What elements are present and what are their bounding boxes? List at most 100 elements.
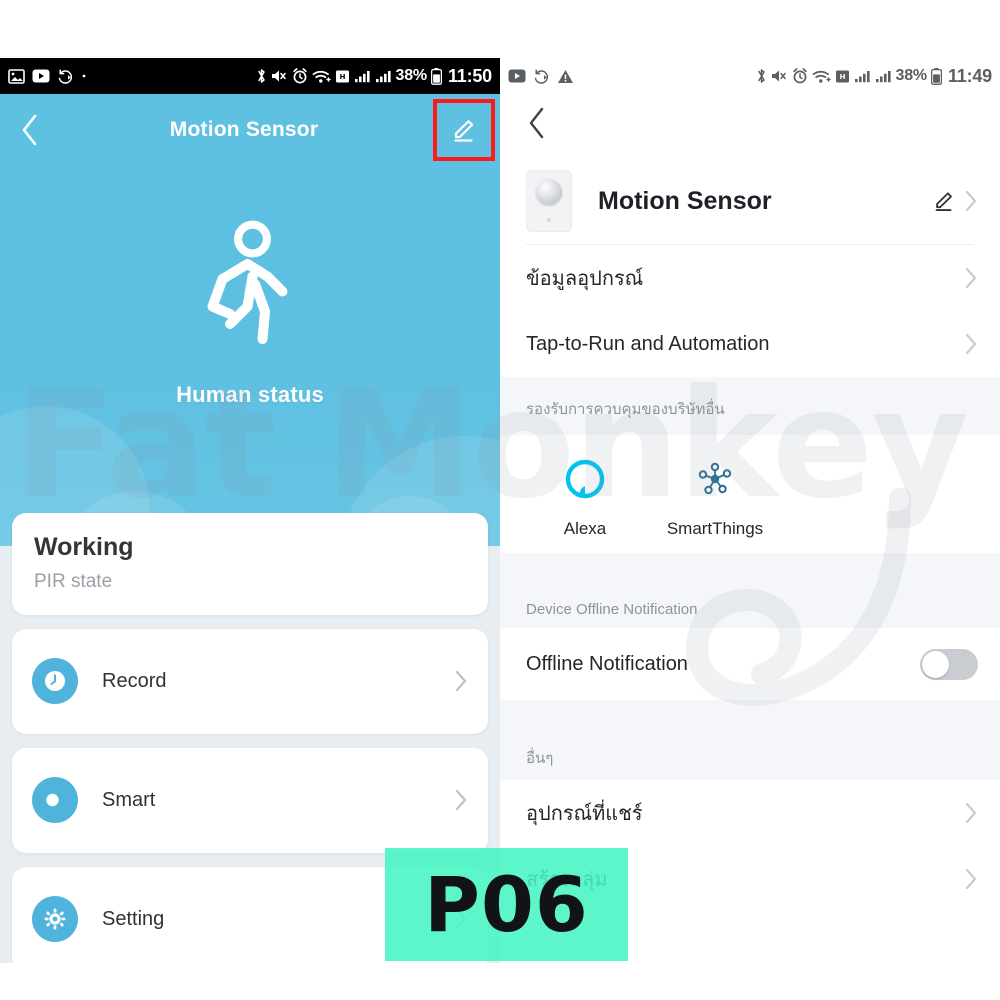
chevron-left-icon	[22, 114, 37, 146]
video-icon	[508, 69, 526, 83]
signal2-icon	[375, 69, 392, 83]
alarm-icon	[792, 68, 808, 84]
signal-icon	[354, 69, 371, 83]
mute-icon	[271, 68, 288, 84]
sync-icon	[533, 68, 550, 84]
hero-section: Motion Sensor Human status	[0, 94, 500, 546]
device-name: Motion Sensor	[598, 186, 772, 215]
tile-label: Alexa	[563, 519, 607, 538]
tile-label: SmartThings	[666, 519, 764, 538]
clock-icon	[32, 658, 78, 705]
clock-label: 11:49	[947, 65, 992, 86]
screenshot-stage: H 38% 11:50 Motion Sensor Human status W…	[0, 0, 1000, 1000]
video-icon	[32, 69, 50, 83]
battery-icon	[930, 67, 942, 85]
wifi-icon	[812, 69, 831, 84]
svg-text:H: H	[839, 73, 845, 81]
left-status-bar: H 38% 11:50	[0, 58, 500, 94]
left-status-bar-notification-icons	[8, 68, 87, 84]
list-item-label: ข้อมูลอุปกรณ์	[526, 268, 644, 290]
menu-card-smart[interactable]: Smart	[12, 747, 488, 853]
section-header-offline: Device Offline Notification	[500, 587, 1000, 628]
chevron-right-icon	[965, 333, 978, 355]
battery-percent-label: 38%	[395, 67, 428, 84]
smartthings-icon	[687, 451, 743, 507]
pir-sensor-device-icon	[526, 170, 572, 232]
section-gap	[500, 700, 1000, 732]
signal2-icon	[875, 69, 892, 83]
pencil-edit-icon	[454, 120, 474, 142]
page-title: Motion Sensor	[169, 118, 319, 141]
wifi-icon	[312, 69, 331, 84]
right-content: ข้อมูลอุปกรณ์ Tap-to-Run and Automation …	[500, 244, 1000, 912]
chevron-left-icon	[529, 107, 544, 138]
bluetooth-icon	[256, 67, 267, 85]
image-icon	[8, 68, 25, 84]
tile-smartthings[interactable]: SmartThings	[650, 451, 780, 539]
chevron-right-icon	[965, 190, 977, 212]
tile-alexa[interactable]: Alexa	[520, 451, 650, 539]
sensor-led	[547, 218, 551, 222]
offline-notification-toggle[interactable]	[920, 648, 978, 680]
alarm-icon	[292, 68, 308, 84]
list-item-shared-devices[interactable]: อุปกรณ์ที่แชร์	[500, 780, 1000, 846]
chevron-right-icon	[455, 670, 468, 692]
sync-icon	[57, 68, 74, 84]
clock-label: 11:50	[447, 65, 492, 86]
battery-percent-label: 38%	[895, 67, 928, 84]
menu-card-record[interactable]: Record	[12, 628, 488, 734]
right-status-bar-system-icons: H 38% 11:49	[756, 66, 992, 87]
human-status-label: Human status	[176, 382, 324, 407]
p06-badge-label: P06	[424, 860, 589, 949]
human-status-block: Human status	[0, 214, 500, 408]
device-header[interactable]: Motion Sensor	[500, 158, 1000, 244]
right-phone-screen: H 38% 11:49 Motion Sensor ข้อมูลอุปกรณ์ …	[500, 58, 1000, 963]
list-item-label: Tap-to-Run and Automation	[526, 332, 770, 355]
signal-icon	[854, 69, 871, 83]
list-item-tap-to-run[interactable]: Tap-to-Run and Automation	[500, 311, 1000, 377]
list-item-offline-notification[interactable]: Offline Notification	[500, 628, 1000, 700]
edit-button-highlight-wrapper	[428, 94, 500, 166]
back-button[interactable]	[0, 94, 60, 166]
section-header-others: อื่นๆ	[500, 732, 1000, 780]
edit-button[interactable]	[433, 99, 495, 161]
hd-icon: H	[835, 69, 850, 84]
menu-label-record: Record	[102, 669, 167, 692]
right-status-bar-notification-icons	[508, 68, 574, 84]
pir-status-card[interactable]: Working PIR state	[12, 513, 488, 615]
chevron-right-icon	[965, 802, 978, 824]
scene-icon	[32, 777, 78, 824]
section-gap	[500, 553, 1000, 587]
left-navbar: Motion Sensor	[0, 94, 500, 166]
walking-person-icon	[207, 220, 288, 344]
toggle-knob	[922, 650, 949, 678]
hd-icon: H	[335, 69, 350, 84]
third-party-tiles: Alexa SmartThings	[500, 435, 1000, 553]
alexa-icon	[557, 451, 613, 507]
left-status-bar-system-icons: H 38% 11:50	[256, 66, 492, 87]
svg-text:H: H	[339, 73, 345, 81]
gear-icon	[32, 896, 78, 943]
back-button[interactable]	[526, 106, 548, 145]
right-status-bar: H 38% 11:49	[500, 58, 1000, 94]
pir-status-caption: PIR state	[34, 570, 113, 592]
p06-badge: P06	[385, 848, 628, 961]
right-navbar	[500, 94, 1000, 156]
warning-icon	[557, 69, 574, 84]
menu-row-record[interactable]: Record	[12, 629, 488, 734]
device-header-actions[interactable]	[931, 188, 978, 214]
pir-status-value: Working	[34, 533, 134, 561]
chevron-right-icon	[965, 868, 978, 890]
left-phone-screen: H 38% 11:50 Motion Sensor Human status W…	[0, 58, 500, 963]
pencil-edit-icon[interactable]	[931, 188, 957, 214]
battery-icon	[430, 67, 442, 85]
sensor-dome	[536, 179, 562, 205]
mute-icon	[771, 68, 788, 84]
list-item-label: Offline Notification	[526, 652, 688, 675]
dot-icon	[81, 73, 87, 79]
list-item-label: อุปกรณ์ที่แชร์	[526, 803, 643, 825]
menu-row-smart[interactable]: Smart	[12, 748, 488, 853]
list-item-device-info[interactable]: ข้อมูลอุปกรณ์	[500, 245, 1000, 311]
section-header-third-party: รองรับการควบคุมของบริษัทอื่น	[500, 377, 1000, 435]
bluetooth-icon	[756, 67, 767, 85]
